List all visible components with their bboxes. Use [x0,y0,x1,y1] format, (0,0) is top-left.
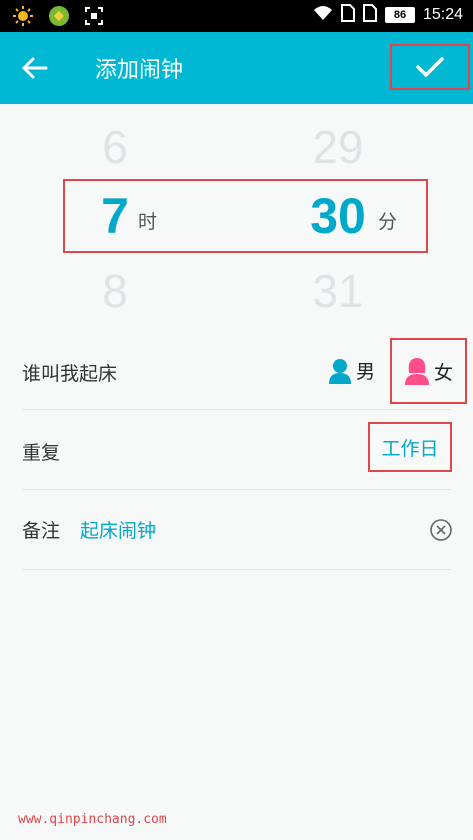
arrow-left-icon [22,57,48,79]
watermark: www.qinpinchang.com [18,812,167,827]
battery-indicator: 86 [384,7,415,23]
app-notification-icon [48,5,70,31]
female-avatar-icon [404,358,429,385]
note-label: 备注 [22,520,61,542]
page-title: 添加闹钟 [95,58,184,83]
divider [22,569,451,570]
app-bar: 添加闹钟 [0,32,473,104]
status-bar: 86 15:24 [0,0,473,32]
wifi-icon [313,5,333,25]
female-label: 女 [433,361,453,384]
female-voice-option[interactable]: 女 [390,338,467,404]
selected-time-highlight [63,179,428,253]
sun-icon [12,5,34,31]
clear-note-button[interactable] [429,518,453,542]
note-input[interactable]: 起床闹钟 [80,516,156,543]
confirm-button[interactable] [390,44,470,90]
male-voice-option[interactable]: 男 [328,357,375,384]
hour-prev[interactable]: 6 [85,120,145,174]
hour-next[interactable]: 8 [85,264,145,318]
check-icon [416,57,444,77]
minute-next[interactable]: 31 [300,264,376,318]
divider [22,489,451,490]
screenshot-icon [84,6,104,30]
male-label: 男 [356,361,376,383]
sim2-icon [362,4,377,26]
divider [22,409,451,410]
minute-prev[interactable]: 29 [300,120,376,174]
wake-voice-label: 谁叫我起床 [22,363,118,385]
repeat-label: 重复 [22,442,61,464]
male-avatar-icon [329,358,351,384]
repeat-value-button[interactable]: 工作日 [368,422,452,472]
back-button[interactable] [20,54,52,82]
close-circle-icon [430,519,452,541]
sim-icon [340,4,355,26]
status-time: 15:24 [422,6,463,23]
